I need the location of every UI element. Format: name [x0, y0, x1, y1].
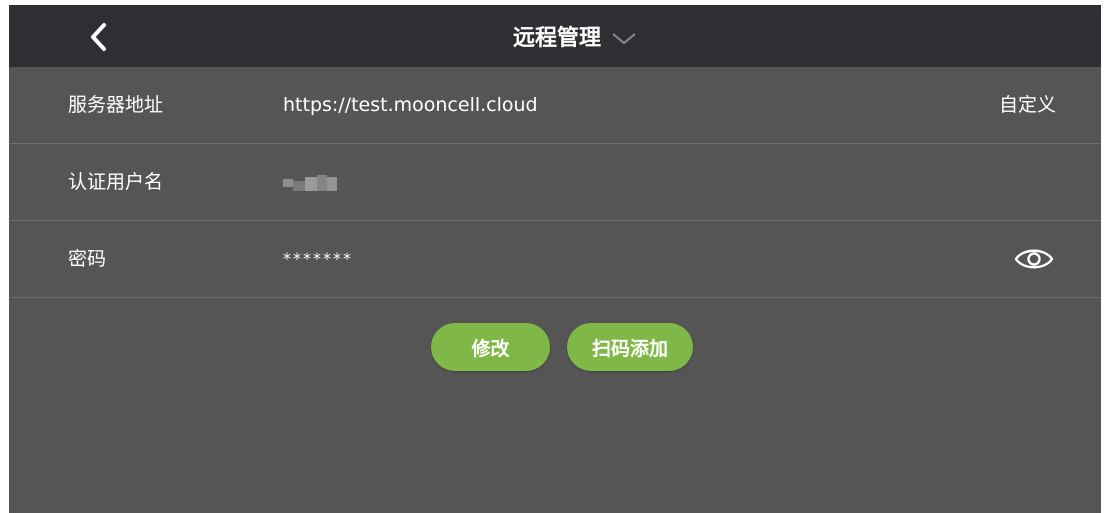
- back-button[interactable]: [79, 17, 119, 57]
- server-address-label: 服务器地址: [68, 94, 164, 116]
- chevron-down-icon: [612, 33, 636, 45]
- top-bar: 远程管理: [9, 5, 1101, 67]
- password-label: 密码: [68, 248, 107, 270]
- eye-icon[interactable]: [1014, 244, 1054, 274]
- username-row: 认证用户名: [9, 144, 1101, 221]
- scan-add-button-label: 扫码添加: [591, 337, 668, 360]
- customize-button[interactable]: 自定义: [999, 67, 1056, 143]
- server-address-row: 服务器地址 https://test.mooncell.cloud 自定义: [9, 67, 1101, 144]
- modify-button-label: 修改: [471, 337, 510, 360]
- username-value-redacted: [283, 173, 337, 193]
- title-dropdown[interactable]: 远程管理: [9, 5, 1101, 67]
- password-row: 密码 *******: [9, 221, 1101, 298]
- password-field[interactable]: *******: [283, 221, 353, 297]
- username-label: 认证用户名: [68, 171, 164, 193]
- page-title: 远程管理: [512, 26, 601, 51]
- modify-button[interactable]: 修改: [431, 323, 550, 371]
- app-screen: 远程管理 服务器地址 https://test.mooncell.cloud 自…: [9, 5, 1101, 513]
- chevron-left-icon: [91, 23, 106, 51]
- scan-add-button[interactable]: 扫码添加: [567, 323, 693, 371]
- server-address-value: https://test.mooncell.cloud: [283, 94, 538, 116]
